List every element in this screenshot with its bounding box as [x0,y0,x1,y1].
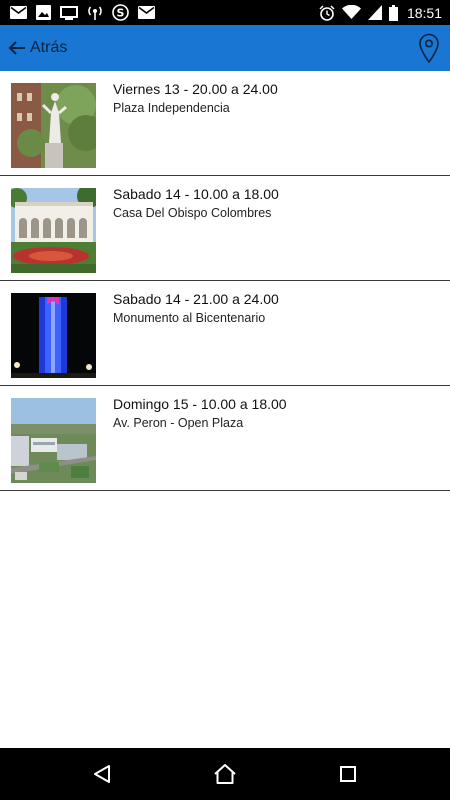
system-nav-bar [0,748,450,800]
mail-icon [138,6,155,19]
event-place: Monumento al Bicentenario [113,311,266,325]
nav-recents-button[interactable] [318,748,378,800]
event-place: Av. Peron - Open Plaza [113,416,244,430]
app-s-icon: S [112,4,129,21]
event-place: Casa Del Obispo Colombres [113,206,272,220]
battery-icon [388,4,398,21]
notification-icons: S [10,4,155,21]
app-bar: Atrás [0,25,450,71]
event-item-plaza-independencia[interactable]: Viernes 13 - 20.00 a 24.00 Plaza Indepen… [0,71,450,176]
back-button[interactable]: Atrás [8,39,67,57]
nav-back-button[interactable] [72,748,132,800]
nav-home-button[interactable] [195,748,255,800]
event-item-casa-obispo-colombres[interactable]: Sabado 14 - 10.00 a 18.00 Casa Del Obisp… [0,176,450,281]
recents-square-icon [340,766,357,782]
hotspot-icon [88,6,102,20]
event-place: Plaza Independencia [113,101,230,115]
back-triangle-icon [93,765,110,783]
image-icon [36,5,51,20]
system-icons: ? 18:51 [319,4,442,21]
svg-text:?: ? [356,13,360,20]
event-list: Viernes 13 - 20.00 a 24.00 Plaza Indepen… [0,71,450,491]
home-circle-icon [214,764,236,784]
svg-text:S: S [117,7,125,20]
event-title: Viernes 13 - 20.00 a 24.00 [113,81,278,97]
event-item-monumento-bicentenario[interactable]: Sabado 14 - 21.00 a 24.00 Monumento al B… [0,281,450,386]
mail-icon [10,6,27,19]
back-label: Atrás [30,39,68,56]
map-button[interactable] [418,33,440,63]
arrow-left-icon [8,41,25,55]
event-item-open-plaza[interactable]: Domingo 15 - 10.00 a 18.00 Av. Peron - O… [0,386,450,491]
status-bar: S ? 18:51 [0,0,450,25]
monument-night-photo [11,293,96,378]
signal-icon [367,5,382,20]
alarm-icon [319,4,335,21]
event-title: Domingo 15 - 10.00 a 18.00 [113,396,287,412]
statue-photo [11,83,96,168]
wifi-icon: ? [341,5,361,20]
status-time: 18:51 [406,4,442,21]
colonial-house-photo [11,188,96,273]
event-title: Sabado 14 - 10.00 a 18.00 [113,186,279,202]
aerial-city-photo [11,398,96,483]
event-title: Sabado 14 - 21.00 a 24.00 [113,291,279,307]
map-pin-icon [419,33,439,63]
cast-icon [60,5,78,20]
